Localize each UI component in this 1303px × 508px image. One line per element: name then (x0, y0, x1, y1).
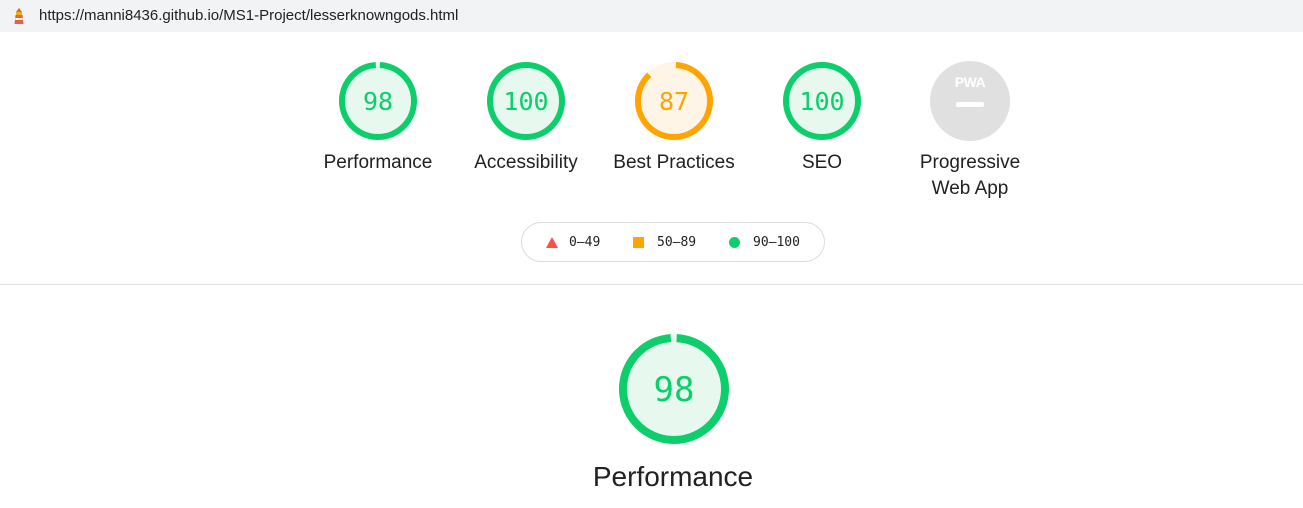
dash-icon (956, 102, 984, 107)
address-bar: https://manni8436.github.io/MS1-Project/… (0, 0, 1303, 32)
gauge-performance[interactable]: 98 (337, 60, 419, 142)
score-ring: 98 (619, 334, 729, 444)
score-ring: 87 (635, 62, 713, 140)
pwa-badge-text: PWA (955, 74, 986, 90)
gauge-pwa[interactable]: PWA (929, 60, 1011, 142)
score-ring: 98 (339, 62, 417, 140)
gauge-label-best-practices: Best Practices (613, 152, 735, 173)
square-icon (633, 237, 644, 248)
score-ring: 100 (487, 62, 565, 140)
gauge-label-performance: Performance (323, 152, 433, 173)
score-value: 98 (363, 87, 393, 116)
gauge-accessibility[interactable]: 100 (485, 60, 567, 142)
main-score-value: 98 (654, 370, 695, 410)
gauge-seo[interactable]: 100 (781, 60, 863, 142)
main-gauge-label: Performance (592, 461, 754, 492)
circle-icon (729, 237, 740, 248)
score-ring: 100 (783, 62, 861, 140)
pwa-badge-icon: PWA (930, 61, 1010, 141)
gauge-label-pwa-line2: Web App (931, 178, 1009, 199)
gauge-label-pwa-line1: Progressive (919, 152, 1021, 173)
gauge-best-practices[interactable]: 87 (633, 60, 715, 142)
page-url[interactable]: https://manni8436.github.io/MS1-Project/… (39, 7, 458, 25)
legend-fail-range: 0–49 (569, 235, 601, 250)
legend-pass-range: 90–100 (753, 235, 800, 250)
triangle-icon (546, 237, 558, 248)
gauge-label-seo: SEO (801, 152, 843, 173)
gauge-label-pwa: Progressive Web App (900, 150, 1040, 202)
main-gauge-performance[interactable]: 98 (617, 332, 731, 446)
score-value: 87 (659, 87, 689, 116)
section-divider (0, 284, 1303, 285)
score-legend: 0–49 50–89 90–100 (521, 222, 825, 262)
legend-average-range: 50–89 (657, 235, 697, 250)
score-value: 100 (503, 87, 548, 116)
lighthouse-icon (14, 8, 24, 24)
score-value: 100 (799, 87, 844, 116)
gauge-label-accessibility: Accessibility (474, 152, 578, 173)
